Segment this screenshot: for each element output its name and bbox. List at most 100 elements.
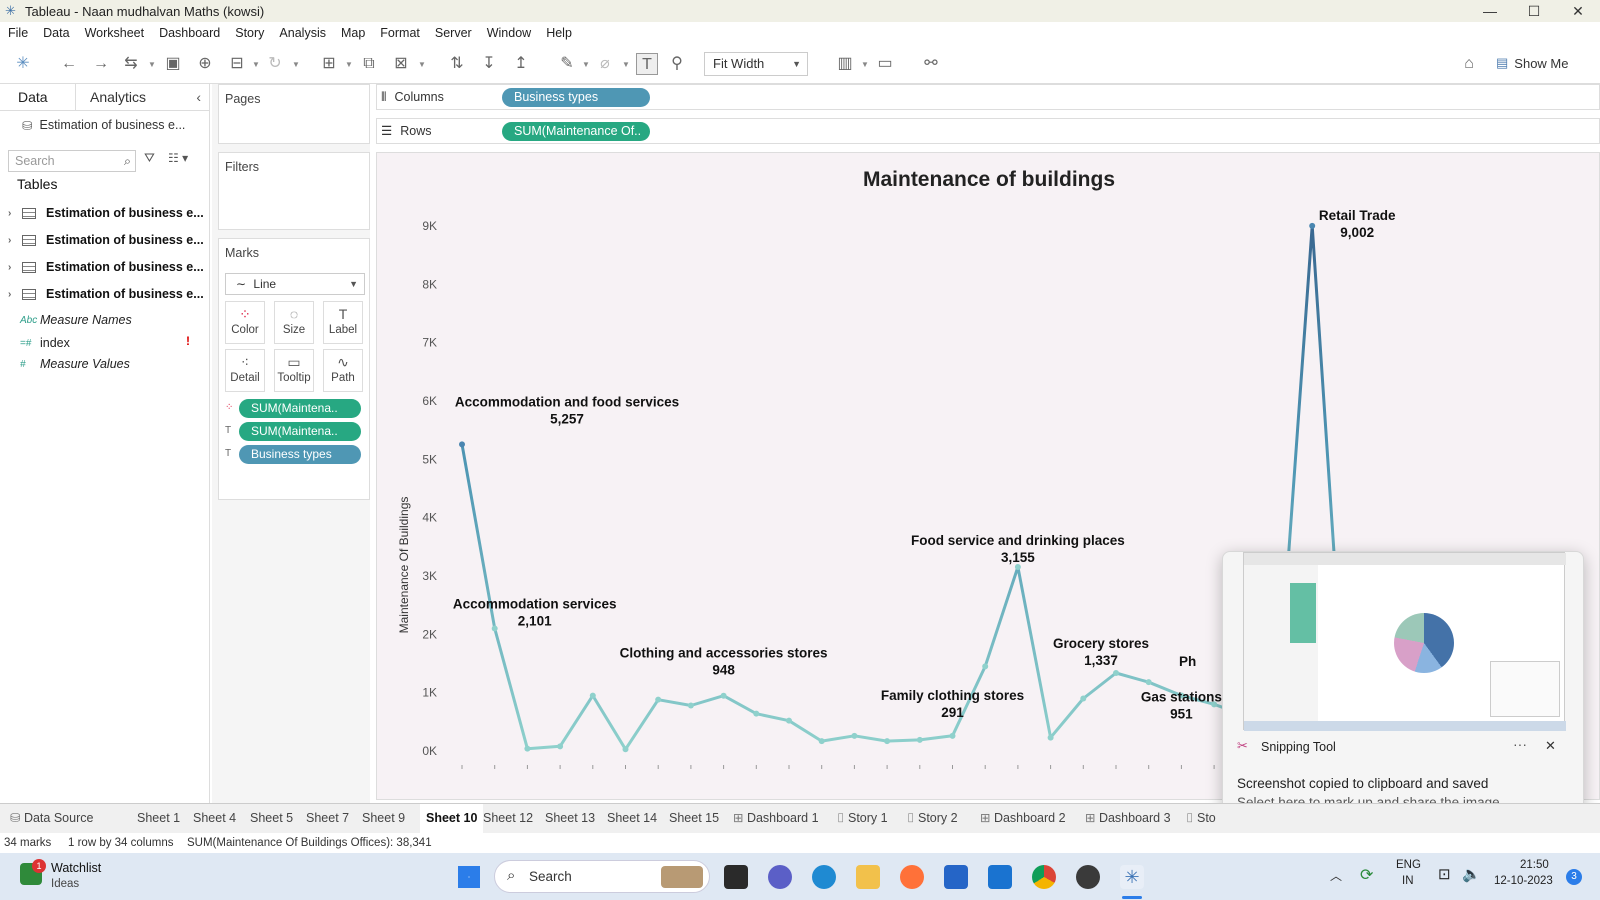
tableau-start-icon[interactable]: ✳ bbox=[12, 53, 34, 75]
sheet-tab[interactable]: ⌷ Story 2 bbox=[907, 804, 958, 833]
new-worksheet-icon[interactable]: ⊞ bbox=[318, 53, 340, 75]
menu-worksheet[interactable]: Worksheet bbox=[85, 26, 145, 40]
menu-story[interactable]: Story bbox=[235, 26, 264, 40]
tableau-taskbar-icon[interactable]: ✳ bbox=[1120, 865, 1144, 889]
data-point[interactable] bbox=[687, 702, 694, 709]
sort-descending-icon[interactable]: ↥ bbox=[510, 53, 532, 75]
chevron-up-icon[interactable]: ︿ bbox=[1330, 867, 1342, 884]
file-explorer-icon[interactable] bbox=[856, 865, 880, 889]
show-me-button[interactable]: ▤ Show Me bbox=[1496, 55, 1569, 71]
data-point[interactable] bbox=[949, 732, 956, 739]
group-icon[interactable]: ⌀ bbox=[594, 53, 616, 75]
presentation-mode-icon[interactable]: ▭ bbox=[874, 53, 896, 75]
maximize-button[interactable]: ☐ bbox=[1512, 0, 1556, 22]
data-point[interactable] bbox=[720, 692, 727, 699]
highlight-icon[interactable]: ✎ bbox=[556, 53, 578, 75]
data-point[interactable] bbox=[1047, 734, 1054, 741]
show-labels-icon[interactable]: T bbox=[636, 53, 658, 75]
task-view-icon[interactable] bbox=[724, 865, 748, 889]
clock-time[interactable]: 21:50 bbox=[1520, 859, 1549, 871]
duplicate-icon[interactable]: ⧉ bbox=[358, 53, 380, 75]
windows-start-icon[interactable] bbox=[458, 866, 480, 888]
refresh-icon[interactable]: ↻ bbox=[264, 53, 286, 75]
tab-data[interactable]: Data bbox=[0, 84, 76, 110]
menu-data[interactable]: Data bbox=[43, 26, 69, 40]
menu-map[interactable]: Map bbox=[341, 26, 365, 40]
marks-color-pill[interactable]: SUM(Maintena.. bbox=[239, 399, 361, 418]
data-point[interactable] bbox=[851, 732, 858, 739]
series-path[interactable] bbox=[460, 224, 1347, 751]
menu-dashboard[interactable]: Dashboard bbox=[159, 26, 220, 40]
sheet-tab[interactable]: ⌷ Sto bbox=[1186, 804, 1216, 833]
data-point[interactable] bbox=[818, 738, 825, 745]
rows-pill[interactable]: SUM(Maintenance Of.. bbox=[502, 122, 650, 141]
table-item[interactable]: › Estimation of business e... bbox=[8, 202, 204, 224]
data-point[interactable] bbox=[655, 696, 662, 703]
menu-format[interactable]: Format bbox=[380, 26, 420, 40]
data-point[interactable] bbox=[1145, 679, 1152, 686]
data-point[interactable] bbox=[622, 746, 629, 753]
new-datasource-icon[interactable]: ⊕ bbox=[194, 53, 216, 75]
teams-icon[interactable] bbox=[768, 865, 792, 889]
sync-icon[interactable]: ⟳ bbox=[1360, 865, 1373, 885]
sheet-tab[interactable]: ⛁ Data Source bbox=[10, 804, 93, 833]
fit-width-select[interactable]: Fit Width ▼ bbox=[704, 52, 808, 76]
label-button[interactable]: T Label bbox=[323, 301, 363, 344]
screenshot-thumbnail[interactable] bbox=[1243, 552, 1566, 731]
data-point[interactable] bbox=[524, 745, 531, 752]
close-icon[interactable]: ✕ bbox=[1545, 738, 1556, 754]
new-worksheet-dropdown-icon[interactable]: ▼ bbox=[345, 60, 353, 69]
data-point[interactable] bbox=[491, 625, 498, 632]
store-icon[interactable] bbox=[944, 865, 968, 889]
language-label[interactable]: ENG bbox=[1396, 859, 1421, 871]
save-icon[interactable]: ▣ bbox=[162, 53, 184, 75]
marks-label-pill[interactable]: Business types bbox=[239, 445, 361, 464]
pages-card[interactable]: Pages bbox=[218, 84, 370, 144]
chevron-right-icon[interactable]: › bbox=[8, 289, 22, 300]
sheet-tab[interactable]: Sheet 13 bbox=[545, 804, 595, 833]
menu-analysis[interactable]: Analysis bbox=[279, 26, 326, 40]
tab-analytics[interactable]: Analytics bbox=[76, 84, 152, 110]
menu-help[interactable]: Help bbox=[546, 26, 572, 40]
sheet-tab[interactable]: Sheet 9 bbox=[362, 804, 405, 833]
menu-window[interactable]: Window bbox=[487, 26, 531, 40]
swap-axes-icon[interactable]: ⇅ bbox=[446, 53, 468, 75]
firefox-icon[interactable] bbox=[900, 865, 924, 889]
sheet-tab[interactable]: Sheet 4 bbox=[193, 804, 236, 833]
app-icon[interactable] bbox=[1076, 865, 1100, 889]
clear-dropdown-icon[interactable]: ▼ bbox=[418, 60, 426, 69]
redo-icon[interactable]: → bbox=[90, 53, 112, 75]
data-point[interactable] bbox=[589, 692, 596, 699]
sheet-tab[interactable]: ⊞ Dashboard 2 bbox=[980, 804, 1066, 833]
path-button[interactable]: ∿ Path bbox=[323, 349, 363, 392]
pause-updates-icon[interactable]: ⊟ bbox=[226, 53, 248, 75]
columns-shelf[interactable]: ⦀ Columns Business types bbox=[376, 84, 1600, 110]
network-icon[interactable]: ⊡ bbox=[1438, 865, 1451, 883]
chevron-right-icon[interactable]: › bbox=[8, 262, 22, 273]
edge-icon[interactable] bbox=[812, 865, 836, 889]
data-point[interactable] bbox=[459, 441, 465, 448]
data-point[interactable] bbox=[916, 736, 923, 743]
table-item[interactable]: › Estimation of business e... bbox=[8, 229, 204, 251]
region-label[interactable]: IN bbox=[1402, 875, 1414, 887]
sheet-tab[interactable]: Sheet 12 bbox=[483, 804, 533, 833]
clock-date[interactable]: 12-10-2023 bbox=[1494, 875, 1553, 887]
data-point[interactable] bbox=[1113, 670, 1119, 677]
sort-ascending-icon[interactable]: ↧ bbox=[478, 53, 500, 75]
sheet-tab[interactable]: ⊞ Dashboard 1 bbox=[733, 804, 819, 833]
chevron-right-icon[interactable]: › bbox=[8, 208, 22, 219]
data-point[interactable] bbox=[1309, 222, 1316, 229]
view-options-icon[interactable]: ☷ ▾ bbox=[168, 151, 188, 165]
data-point[interactable] bbox=[786, 717, 792, 724]
show-cards-icon[interactable]: ▥ bbox=[834, 53, 856, 75]
replay-dropdown-icon[interactable]: ▼ bbox=[148, 60, 156, 69]
filters-card[interactable]: Filters bbox=[218, 152, 370, 230]
format-workbook-icon[interactable]: ⌂ bbox=[1458, 53, 1480, 75]
table-item[interactable]: › Estimation of business e... bbox=[8, 256, 204, 278]
undo-icon[interactable]: ← bbox=[58, 53, 80, 75]
sheet-tab[interactable]: ⌷ Story 1 bbox=[837, 804, 888, 833]
data-point[interactable] bbox=[1080, 695, 1087, 702]
notification-badge[interactable]: 3 bbox=[1566, 869, 1582, 885]
field-measure-values[interactable]: # Measure Values bbox=[20, 354, 130, 374]
group-dropdown-icon[interactable]: ▼ bbox=[622, 60, 630, 69]
